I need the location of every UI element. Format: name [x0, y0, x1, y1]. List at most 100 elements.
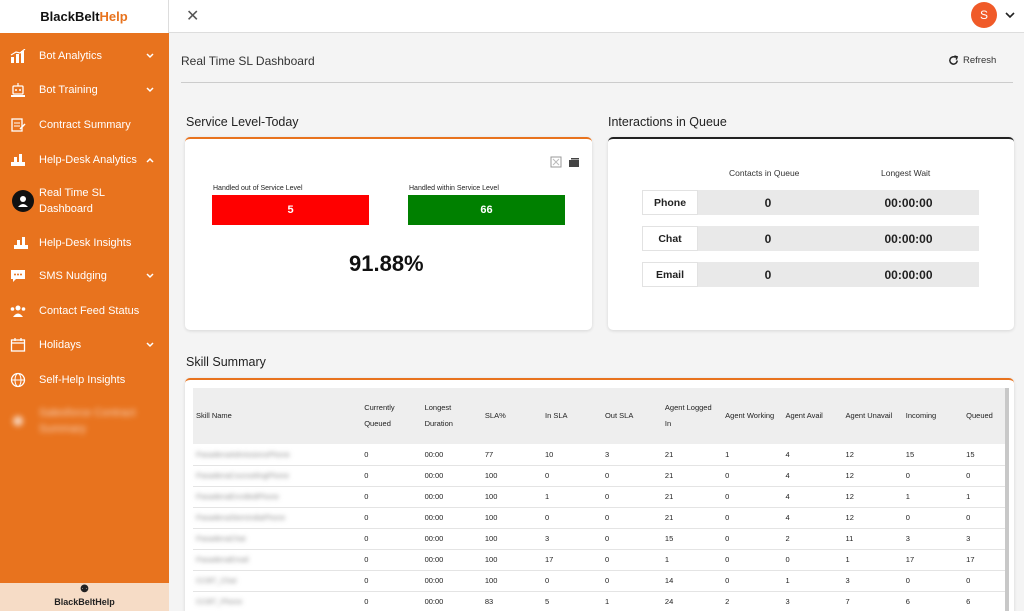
table-cell: 00:00	[421, 570, 482, 592]
out-of-sl-label: Handled out of Service Level	[213, 185, 303, 192]
export-icon[interactable]	[550, 156, 562, 168]
col-header-sla-percent[interactable]: SLA%	[481, 388, 543, 444]
chevron-down-icon[interactable]	[1005, 11, 1015, 19]
bar-chart-icon	[9, 152, 27, 168]
table-cell: 0	[542, 507, 602, 529]
table-cell: 0	[361, 486, 422, 508]
table-cell: 2	[722, 591, 783, 611]
brand-logo[interactable]: BlackBelt Help	[0, 0, 169, 33]
table-row: CCBT_Chat 0 00:00 100 0 0 14 0 1 3 0 0	[193, 570, 1005, 592]
table-cell: 0	[601, 486, 662, 508]
table-cell: 3	[902, 528, 964, 550]
within-sl-label: Handled within Service Level	[409, 185, 499, 192]
avatar[interactable]: S	[971, 2, 997, 28]
skill-name-cell: PasadenaEnrolledPhone	[193, 486, 362, 508]
col-header-agent-logged-in[interactable]: Agent Logged In	[661, 388, 723, 444]
sidebar-item-real-time-sl-dashboard[interactable]: Real Time SL Dashboard	[0, 184, 169, 218]
sidebar-item-contact-feed-status[interactable]: Contact Feed Status	[0, 301, 169, 321]
table-cell: 0	[722, 507, 783, 529]
table-cell: 21	[661, 507, 723, 529]
queue-phone-label: Phone	[642, 190, 698, 215]
stack-icon[interactable]	[568, 156, 580, 168]
queue-phone-wait: 00:00:00	[838, 190, 979, 215]
table-cell: 1	[601, 591, 662, 611]
table-cell: 83	[481, 591, 543, 611]
bar-chart-icon	[12, 235, 30, 251]
table-cell: 00:00	[421, 528, 482, 550]
service-level-percent: 91.88%	[349, 251, 424, 276]
table-cell: 17	[963, 549, 1005, 571]
sidebar-item-bot-analytics[interactable]: Bot Analytics	[0, 46, 169, 66]
table-cell: 3	[542, 528, 602, 550]
col-header-skill-name[interactable]: Skill Name	[193, 388, 362, 444]
table-cell: 2	[782, 528, 843, 550]
col-header-queued[interactable]: Queued	[963, 388, 1005, 444]
table-cell: 17	[902, 549, 964, 571]
col-header-agent-working[interactable]: Agent Working	[722, 388, 783, 444]
table-cell: 12	[842, 444, 903, 466]
chevron-down-icon	[146, 342, 154, 348]
refresh-icon	[949, 55, 959, 65]
close-icon[interactable]: ✕	[186, 6, 199, 26]
table-cell: 100	[481, 507, 543, 529]
table-cell: 0	[722, 528, 783, 550]
table-cell: 1	[902, 486, 964, 508]
table-cell: 0	[902, 465, 964, 487]
queue-chat-wait: 00:00:00	[838, 226, 979, 251]
table-cell: 4	[782, 444, 843, 466]
table-row: PasadenaAdmissionsPhone 0 00:00 77 10 3 21 1 4 12…	[193, 444, 1005, 466]
table-cell: 24	[661, 591, 723, 611]
col-header-agent-unavail[interactable]: Agent Unavail	[842, 388, 903, 444]
table-cell: 1	[842, 549, 903, 571]
table-cell: 4	[782, 486, 843, 508]
table-cell: 0	[542, 570, 602, 592]
col-header-out-sla[interactable]: Out SLA	[601, 388, 662, 444]
skill-name-cell: CCBT_Chat	[193, 570, 362, 592]
col-header-agent-avail[interactable]: Agent Avail	[782, 388, 843, 444]
queue-email-label: Email	[642, 262, 698, 287]
page-title: Real Time SL Dashboard	[181, 54, 315, 68]
table-cell: 0	[361, 549, 422, 571]
table-cell: 3	[842, 570, 903, 592]
table-cell: 5	[542, 591, 602, 611]
sidebar-item-salesforce-contract-summary[interactable]: Salesforce Contract Summary	[0, 404, 169, 438]
table-cell: 15	[902, 444, 964, 466]
table-cell: 3	[782, 591, 843, 611]
sidebar-item-bot-training[interactable]: Bot Training	[0, 80, 169, 100]
skill-name-cell: PasadenaStemIndiaPhone	[193, 507, 362, 529]
table-header-row: Skill Name Currently Queued Longest Dura…	[193, 388, 1005, 444]
chevron-down-icon	[146, 273, 154, 279]
chevron-down-icon	[146, 87, 154, 93]
sidebar-item-self-help-insights[interactable]: Self-Help Insights	[0, 370, 169, 390]
table-cell: 11	[842, 528, 903, 550]
refresh-button[interactable]: Refresh	[948, 55, 996, 66]
col-header-incoming[interactable]: Incoming	[902, 388, 964, 444]
table-cell: 0	[601, 507, 662, 529]
table-cell: 0	[361, 570, 422, 592]
longest-wait-header: Longest Wait	[881, 168, 931, 178]
table-cell: 00:00	[421, 507, 482, 529]
skill-name-cell: PasadenaChat	[193, 528, 362, 550]
col-header-in-sla[interactable]: In SLA	[542, 388, 602, 444]
table-scrollbar[interactable]	[1005, 388, 1009, 611]
table-cell: 00:00	[421, 444, 482, 466]
queue-chat-contacts: 0	[698, 226, 838, 251]
sidebar-item-sms-nudging[interactable]: SMS Nudging	[0, 266, 169, 286]
table-cell: 4	[782, 465, 843, 487]
table-cell: 0	[963, 507, 1005, 529]
chevron-down-icon	[146, 53, 154, 59]
table-row: CCBT_Phone 0 00:00 83 5 1 24 2 3 7 6 6	[193, 591, 1005, 611]
sidebar-item-contract-summary[interactable]: Contract Summary	[0, 115, 169, 135]
sidebar-item-holidays[interactable]: Holidays	[0, 335, 169, 355]
col-header-longest-duration[interactable]: Longest Duration	[421, 388, 482, 444]
table-cell: 21	[661, 486, 723, 508]
skill-name-cell: PasadenaCounselingPhone	[193, 465, 362, 487]
service-level-card	[185, 137, 592, 330]
sidebar-item-help-desk-analytics[interactable]: Help-Desk Analytics	[0, 150, 169, 170]
sidebar-item-help-desk-insights[interactable]: Help-Desk Insights	[0, 233, 169, 253]
col-header-currently-queued[interactable]: Currently Queued	[361, 388, 422, 444]
table-cell: 6	[902, 591, 964, 611]
document-icon	[9, 413, 27, 429]
robot-icon	[9, 82, 27, 98]
table-row: PasadenaStemIndiaPhone 0 00:00 100 0 0 21 0 4 12 0…	[193, 507, 1005, 529]
